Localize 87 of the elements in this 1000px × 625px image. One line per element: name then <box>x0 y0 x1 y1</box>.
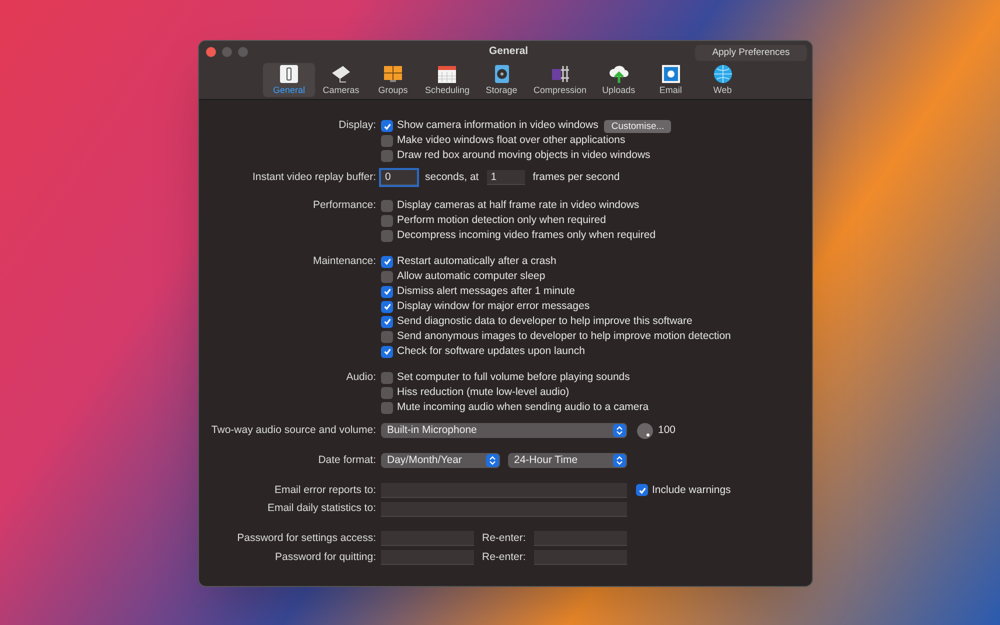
checkbox-label: Dismiss alert messages after 1 minute <box>397 284 575 299</box>
close-icon[interactable] <box>206 47 216 57</box>
toolbar-tab[interactable]: Scheduling <box>419 63 476 97</box>
checkbox[interactable] <box>381 150 393 162</box>
toolbar-tab[interactable]: Uploads <box>592 63 645 97</box>
checkbox[interactable] <box>381 386 393 399</box>
toolbar-tab[interactable]: Storage <box>476 63 528 97</box>
cloud-upload-icon <box>608 64 630 84</box>
grid-icon <box>383 64 403 84</box>
input-field[interactable] <box>534 531 627 546</box>
checkbox[interactable] <box>381 200 393 212</box>
updown-icon <box>613 424 626 438</box>
checkbox[interactable] <box>381 402 393 414</box>
source-dropdown[interactable]: Built-in Microphone <box>381 423 627 438</box>
unit-text: seconds, at <box>425 170 479 185</box>
field-label: Two-way audio source and volume: <box>211 422 376 438</box>
input-field[interactable]: 1 <box>486 170 525 186</box>
field-label: Password for quitting: <box>275 550 376 565</box>
field-label: Maintenance: <box>312 254 376 269</box>
volume-value: 100 <box>658 422 676 438</box>
checkbox-label: Show camera information in video windows <box>397 118 598 134</box>
checkbox[interactable] <box>381 372 393 384</box>
calendar-icon <box>437 64 458 84</box>
checkbox[interactable] <box>381 120 393 132</box>
input-field[interactable] <box>381 531 474 546</box>
checkbox-label: Display window for major error messages <box>397 298 590 314</box>
field-label: Re-enter: <box>482 531 527 546</box>
switch-icon <box>279 64 299 84</box>
field-label: Date format: <box>318 452 376 468</box>
field-label: Instant video replay buffer: <box>252 170 376 185</box>
checkbox[interactable] <box>381 135 393 147</box>
updown-icon <box>613 454 626 468</box>
globe-icon <box>712 64 733 84</box>
apply-preferences-button[interactable]: Apply Preferences <box>695 45 807 61</box>
checkbox[interactable] <box>381 230 393 242</box>
checkbox[interactable] <box>381 286 393 298</box>
input-field[interactable] <box>534 550 627 566</box>
checkbox-label: Mute incoming audio when sending audio to a camera <box>397 400 649 415</box>
input-field[interactable]: 0 <box>381 170 417 186</box>
checkbox[interactable] <box>381 270 393 283</box>
field-label: Re-enter: <box>482 550 527 565</box>
field-label: Email error reports to: <box>274 482 376 498</box>
checkbox-label: Make video windows float over other applications <box>397 133 626 148</box>
checkbox-label: Include warnings <box>652 482 731 498</box>
checkbox[interactable] <box>381 214 393 227</box>
checkbox-label: Perform motion detection only when required <box>397 212 606 228</box>
input-field[interactable] <box>381 550 474 566</box>
checkbox[interactable] <box>381 316 393 328</box>
input-field[interactable] <box>381 482 627 498</box>
checkbox-label: Send anonymous images to developer to help improve motion detection <box>397 328 731 344</box>
checkbox-label: Restart automatically after a crash <box>397 254 556 269</box>
field-label: Password for settings access: <box>237 531 376 546</box>
customise-button[interactable]: Customise... <box>604 120 672 132</box>
toolbar-tab[interactable]: Cameras <box>315 63 367 97</box>
checkbox-label: Set computer to full volume before playing sounds <box>397 370 630 385</box>
format-dropdown[interactable]: 24-Hour Time <box>508 453 627 468</box>
checkbox[interactable] <box>381 346 393 358</box>
zoom-icon[interactable] <box>238 47 248 57</box>
toolbar-tab[interactable]: Web <box>696 63 749 97</box>
unit-text: frames per second <box>532 170 620 185</box>
stamp-icon <box>660 64 681 84</box>
checkbox-label: Check for software updates upon launch <box>397 344 585 359</box>
format-dropdown[interactable]: Day/Month/Year <box>381 453 500 468</box>
checkbox-label: Allow automatic computer sleep <box>397 268 546 284</box>
camera-icon <box>330 64 352 84</box>
checkbox[interactable] <box>381 256 393 268</box>
minimize-icon[interactable] <box>222 47 232 57</box>
field-label: Audio: <box>346 370 376 385</box>
checkbox[interactable] <box>381 300 393 313</box>
checkbox-label: Decompress incoming video frames only when required <box>397 228 656 243</box>
checkbox-label: Hiss reduction (mute low-level audio) <box>397 384 570 400</box>
toolbar-tab[interactable]: Email <box>644 63 697 97</box>
volume-knob-icon[interactable] <box>637 422 653 439</box>
field-label: Email daily statistics to: <box>267 501 376 516</box>
input-field[interactable] <box>381 502 627 517</box>
checkbox-label: Send diagnostic data to developer to help improve this software <box>397 314 692 329</box>
checkbox[interactable] <box>381 330 393 343</box>
film-clamp-icon <box>549 64 572 84</box>
field-label: Performance: <box>312 198 376 213</box>
toolbar-tab[interactable]: Groups <box>367 63 419 97</box>
checkbox-label: Display cameras at half frame rate in video windows <box>397 198 640 213</box>
updown-icon <box>486 454 499 468</box>
window-title: General <box>489 44 528 60</box>
checkbox[interactable] <box>636 484 648 496</box>
checkbox-label: Draw red box around moving objects in video windows <box>397 148 650 164</box>
toolbar-tab[interactable]: Compression <box>528 63 593 97</box>
field-label: Display: <box>338 118 376 134</box>
